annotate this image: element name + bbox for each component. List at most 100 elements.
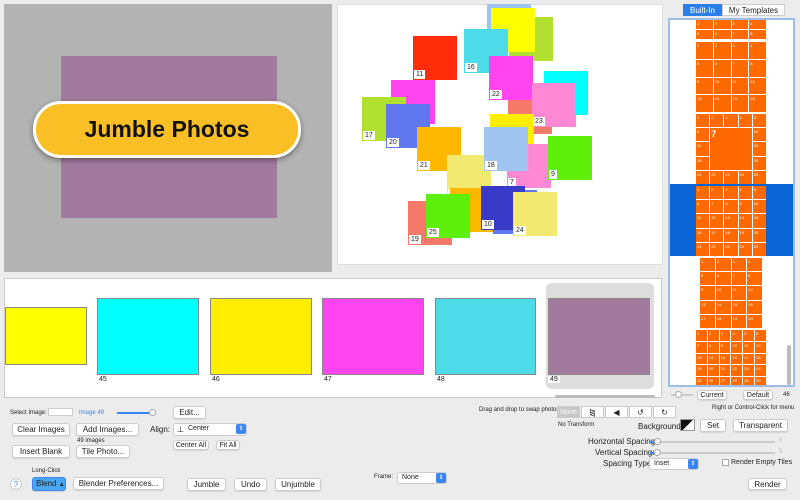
flip-vertical-icon[interactable]: ◀ xyxy=(605,406,628,418)
photo-tile[interactable]: 11 xyxy=(413,36,457,80)
align-select[interactable]: ⊥ Center ⇕ xyxy=(173,423,247,436)
select-image-field[interactable] xyxy=(48,408,73,416)
template-cell: 3 xyxy=(731,20,749,29)
image-slider[interactable] xyxy=(117,409,156,416)
template-scrollbar[interactable] xyxy=(787,345,791,385)
transparent-button[interactable]: Transparent xyxy=(733,419,788,432)
horizontal-spacing-slider[interactable] xyxy=(650,438,775,445)
vertical-spacing-label: Vertical Spacing: xyxy=(595,448,655,457)
clear-images-button[interactable]: Clear Images xyxy=(12,423,70,436)
template-cell: 8 xyxy=(747,272,762,286)
frame-select[interactable]: None ⇕ xyxy=(397,472,447,484)
template-cell: 3 xyxy=(731,258,747,272)
template-cell: 3 xyxy=(724,186,738,200)
current-button[interactable]: Current xyxy=(697,390,727,400)
template-cell: 20 xyxy=(747,314,762,328)
strip-scrollbar[interactable] xyxy=(555,395,655,398)
photo-tile[interactable]: 23 xyxy=(532,83,576,127)
insert-blank-button[interactable]: Insert Blank xyxy=(12,445,70,458)
template-thumbnail[interactable]: 1 2 3 4 5 6 7 8 9 10 11 12 13 14 15 16 17 18 19 20 21 22 23 24 2… xyxy=(696,186,766,256)
tab-built-in[interactable]: Built-In xyxy=(683,4,722,16)
set-button[interactable]: Set xyxy=(700,419,726,432)
template-cell: 5 xyxy=(752,114,766,128)
frame-value: None xyxy=(402,474,419,481)
help-button[interactable]: ? xyxy=(10,478,22,490)
template-cell: 15 xyxy=(731,95,749,112)
template-cell: 10 xyxy=(713,77,731,95)
image-thumbnail[interactable] xyxy=(322,298,424,375)
spacing-type-label: Spacing Type: xyxy=(603,459,654,468)
image-thumbnail[interactable] xyxy=(97,298,199,375)
vertical-spacing-slider[interactable] xyxy=(650,449,775,456)
add-images-button[interactable]: Add Images... xyxy=(76,423,139,436)
template-cell: 2 xyxy=(713,20,731,29)
photo-tile[interactable]: 18 xyxy=(484,127,528,171)
template-cell: 23 xyxy=(743,365,755,377)
template-cell: 22 xyxy=(731,365,743,377)
template-cell: 22 xyxy=(710,170,724,184)
template-cell: 2 xyxy=(710,114,724,128)
transform-none-button[interactable]: None xyxy=(557,406,580,418)
photo-tile[interactable]: 22 xyxy=(489,56,533,100)
tile-photo-button[interactable]: Tile Photo... xyxy=(76,445,130,458)
drag-hint: Drag and drop to swap photos xyxy=(479,407,560,413)
template-cell: 21 xyxy=(719,365,731,377)
photo-tile[interactable]: 25 xyxy=(426,194,470,238)
template-cell: 16 xyxy=(731,353,743,365)
template-thumbnail[interactable]: 1234 5678 xyxy=(696,20,766,39)
template-thumbnail[interactable]: 1 2 3 4 5 6 7 8 9 10 11 12 13 14 15 16 17 18 19 20 21 22 23 24 2… xyxy=(696,330,766,385)
background-color-well[interactable] xyxy=(680,419,695,431)
fit-all-button[interactable]: Fit All xyxy=(216,440,240,450)
undo-button[interactable]: Undo xyxy=(234,478,267,491)
default-button[interactable]: Default xyxy=(743,390,773,400)
center-all-button[interactable]: Center All xyxy=(173,440,209,450)
unjumble-button[interactable]: Unjumble xyxy=(275,478,321,491)
template-cell: 26 xyxy=(707,377,719,385)
tile-number: 21 xyxy=(418,161,430,170)
template-cell: 7 xyxy=(731,59,749,77)
image-thumbnail[interactable] xyxy=(435,298,536,375)
template-cell: 10 xyxy=(731,341,743,353)
template-cell: 14 xyxy=(713,95,731,112)
template-thumbnail[interactable]: 1 2 3 4 5 6 7 10 11 15 16 20 21 22 23 24 25 xyxy=(696,114,766,184)
template-cell: 18 xyxy=(715,314,731,328)
template-cell: 11 xyxy=(696,214,710,228)
template-cell: 4 xyxy=(749,42,766,59)
template-cell: 11 xyxy=(696,142,710,156)
jumble-button[interactable]: Jumble xyxy=(187,478,226,491)
template-size-slider[interactable] xyxy=(671,391,693,398)
chevron-updown-icon: ⇕ xyxy=(688,459,698,469)
tab-my-templates[interactable]: My Templates xyxy=(721,4,786,16)
template-cell: 17 xyxy=(700,314,715,328)
blend-button[interactable]: Blend ▲ xyxy=(32,477,66,491)
template-cell: 24 xyxy=(738,242,752,256)
vertical-spacing-max: 5 xyxy=(779,449,783,455)
template-cell: 13 xyxy=(724,214,738,228)
image-thumbnail[interactable] xyxy=(5,307,87,365)
render-button[interactable]: Render xyxy=(748,478,787,490)
rotate-left-icon[interactable]: ↺ xyxy=(629,406,652,418)
flip-horizontal-icon[interactable]: ⧎ xyxy=(581,406,604,418)
template-thumbnail[interactable]: 1 2 3 4 5 6 7 8 9 10 11 12 13 14 15 16 xyxy=(696,42,766,112)
template-list[interactable]: 1 2 3 4 5 6 7 8 1 2 3 4 5 6 7 8 9 10 11 12 13 14 15 16 1 2 3 4 5 6 7 10… xyxy=(668,18,795,387)
template-cell: 13 xyxy=(696,353,707,365)
template-thumbnail[interactable]: 1 2 3 4 5 6 7 8 9 10 11 12 13 14 15 16 17 18 19 20 xyxy=(700,258,762,328)
photo-tile[interactable]: 24 xyxy=(513,192,557,236)
template-cell: 20 xyxy=(752,228,766,242)
template-cell: 29 xyxy=(743,377,755,385)
template-cell: 4 xyxy=(749,20,766,29)
render-empty-tiles-checkbox[interactable] xyxy=(722,459,729,466)
blender-preferences-button[interactable]: Blender Preferences... xyxy=(73,477,164,490)
template-cell: 7 xyxy=(696,341,707,353)
image-thumbnail[interactable] xyxy=(210,298,312,375)
image-thumbnail[interactable] xyxy=(548,298,650,375)
template-cell: 17 xyxy=(743,353,755,365)
template-cell: 24 xyxy=(738,170,752,184)
spacing-type-select[interactable]: Inset ⇕ xyxy=(649,458,699,470)
background-label: Background: xyxy=(638,422,683,431)
template-cell: 2 xyxy=(710,186,724,200)
template-cell: 8 xyxy=(707,341,719,353)
rotate-right-icon[interactable]: ↻ xyxy=(653,406,676,418)
edit-button[interactable]: Edit... xyxy=(173,406,206,419)
photo-tile[interactable]: 9 xyxy=(548,136,592,180)
